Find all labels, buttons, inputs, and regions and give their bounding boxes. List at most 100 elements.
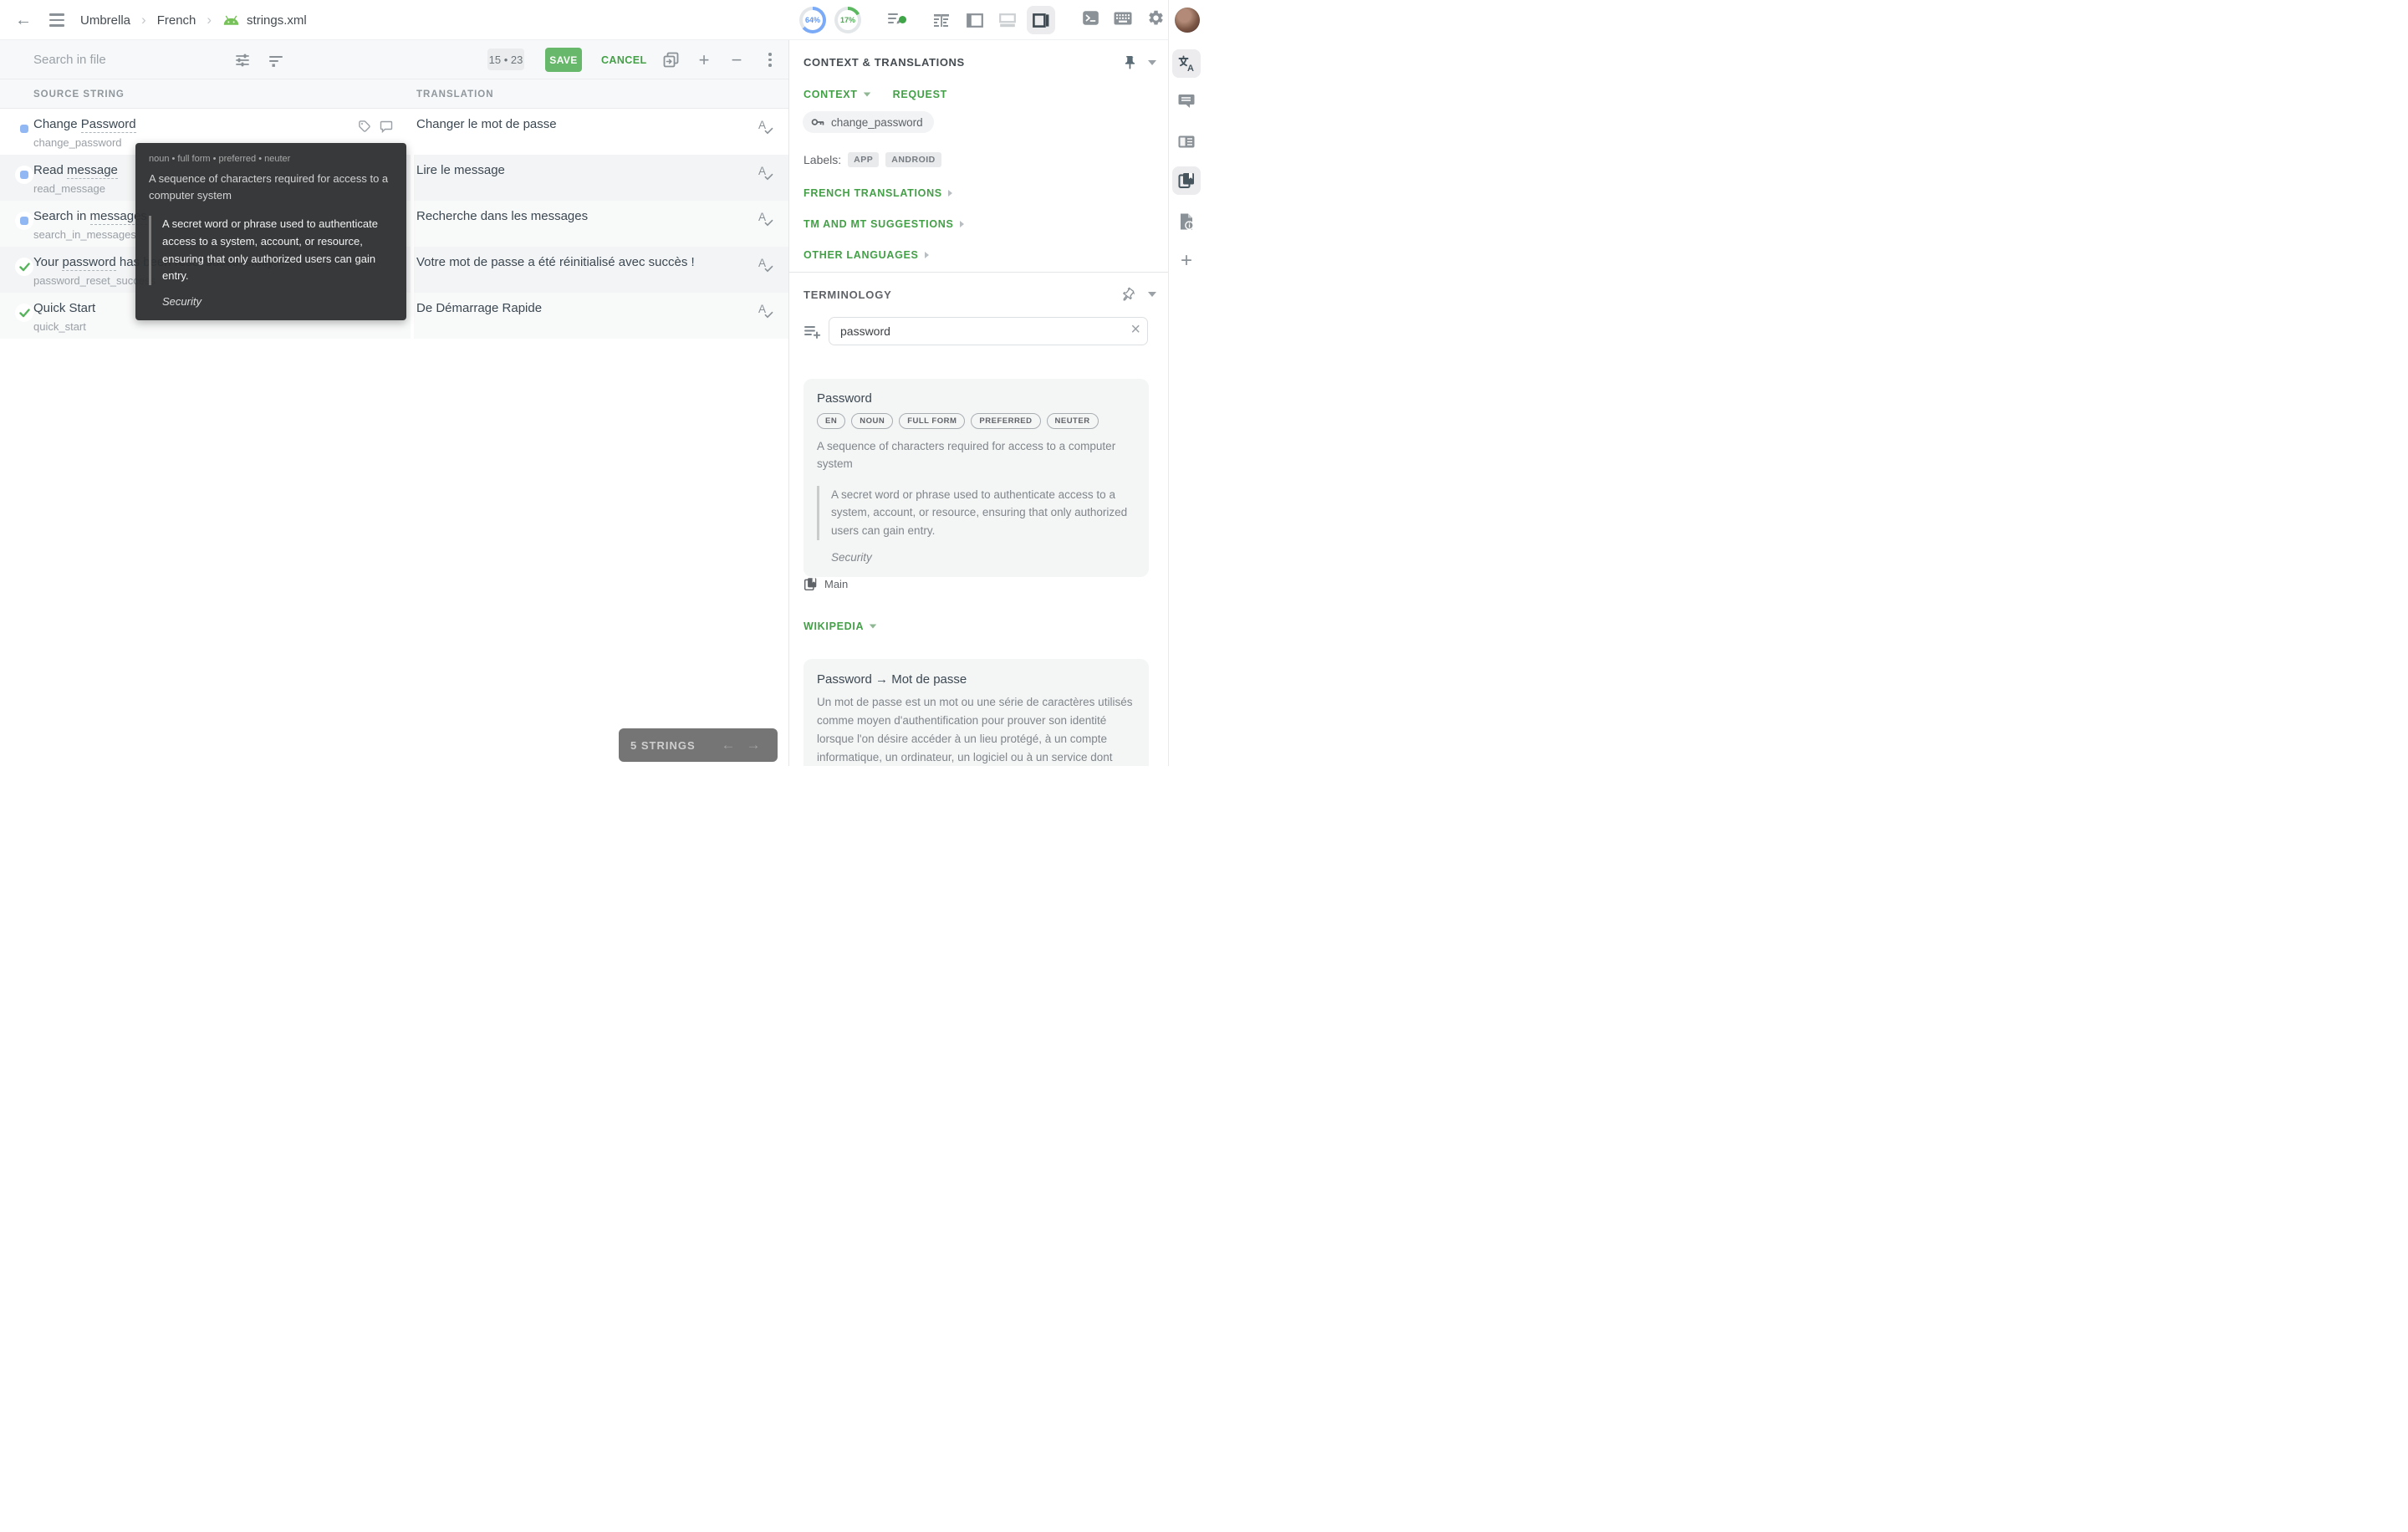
search-in-file-input[interactable] [33, 53, 234, 67]
section-tm-mt-suggestions[interactable]: TM AND MT SUGGESTIONS [804, 218, 964, 230]
rail-add-tab[interactable] [1172, 247, 1201, 275]
avatar-photo [1175, 8, 1200, 33]
spellcheck-icon[interactable]: A [757, 303, 775, 321]
top-bottom-view-icon [993, 6, 1022, 34]
back-button[interactable]: ← [12, 0, 35, 40]
keyboard-icon [1114, 12, 1132, 29]
filter-icon [268, 52, 284, 69]
source-string[interactable]: Read message [33, 163, 118, 177]
tab-context[interactable]: CONTEXT [804, 89, 871, 100]
string-key: search_in_messages [33, 228, 136, 241]
term-attribute-pills: EN NOUN FULL FORM PREFERRED NEUTER [817, 413, 1135, 429]
chevron-right-icon [948, 190, 952, 197]
copy-source-button[interactable] [659, 40, 682, 79]
list-edit-icon [886, 9, 905, 32]
cancel-button[interactable]: CANCEL [601, 40, 646, 79]
spellcheck-icon[interactable]: A [757, 165, 775, 183]
label-chip-app[interactable]: APP [848, 152, 879, 167]
proofread-activity-button[interactable] [883, 0, 908, 40]
status-approved-icon [15, 258, 33, 276]
add-term-icon[interactable] [804, 323, 821, 340]
sliders-icon [234, 52, 251, 69]
console-button[interactable] [1078, 0, 1103, 40]
rail-context-tab[interactable] [1172, 127, 1201, 156]
term-highlight[interactable]: password [62, 255, 115, 271]
tab-request[interactable]: REQUEST [893, 89, 947, 100]
filter-settings-button[interactable] [231, 40, 254, 79]
rail-file-info-tab[interactable] [1172, 207, 1201, 236]
wikipedia-card-body: Un mot de passe est un mot ou une série … [817, 693, 1135, 766]
section-french-translations[interactable]: FRENCH TRANSLATIONS [804, 187, 952, 199]
rail-comments-tab[interactable] [1172, 87, 1201, 115]
tag-icon[interactable] [358, 120, 371, 133]
term-highlight[interactable]: message [67, 163, 118, 179]
view-comfortable-button[interactable] [927, 0, 956, 40]
source-string[interactable]: Quick Start [33, 301, 95, 315]
translation-text[interactable]: Recherche dans les messages [416, 209, 588, 223]
translation-text[interactable]: Changer le mot de passe [416, 117, 557, 131]
source-string[interactable]: Change Password [33, 117, 136, 131]
breadcrumb-project[interactable]: Umbrella [80, 13, 130, 28]
collapse-chevron-icon[interactable] [1148, 60, 1156, 65]
editor-toolbar: 15 • 23 SAVE CANCEL [0, 40, 788, 79]
string-key-chip[interactable]: change_password [803, 111, 934, 133]
translation-text[interactable]: Votre mot de passe a été réinitialisé av… [416, 255, 695, 269]
sidebar-view-icon [1027, 6, 1055, 34]
table-header: SOURCE STRING TRANSLATION [0, 79, 788, 109]
term-highlight[interactable]: Password [81, 117, 136, 133]
view-sidebar-button[interactable] [1027, 0, 1055, 40]
previous-page-arrow[interactable] [716, 737, 741, 753]
source-string[interactable]: Search in messages [33, 209, 147, 223]
panel-divider [789, 272, 1168, 273]
unpin-icon[interactable] [1117, 284, 1137, 305]
pill-pos: NOUN [851, 413, 893, 429]
spellcheck-icon[interactable]: A [757, 119, 775, 137]
wikipedia-section-link[interactable]: WIKIPEDIA [804, 620, 877, 632]
settings-button[interactable] [1143, 0, 1168, 40]
chevron-down-icon [870, 624, 877, 628]
chevron-right-icon [960, 221, 964, 227]
clear-search-icon[interactable] [1130, 320, 1140, 340]
save-button[interactable]: SAVE [545, 48, 582, 72]
plus-icon [1181, 249, 1192, 273]
shortcuts-button[interactable] [1110, 0, 1135, 40]
approved-progress-badge[interactable]: 17% [834, 0, 861, 40]
translation-text[interactable]: De Démarrage Rapide [416, 301, 542, 315]
view-side-by-side-button[interactable] [961, 0, 989, 40]
section-other-languages[interactable]: OTHER LANGUAGES [804, 249, 929, 261]
menu-button[interactable] [45, 0, 69, 40]
collapse-chevron-icon[interactable] [1148, 292, 1156, 297]
translation-text[interactable]: Lire le message [416, 163, 505, 177]
breadcrumb-file[interactable]: strings.xml [247, 13, 307, 28]
next-page-arrow[interactable] [741, 737, 766, 753]
android-icon [222, 15, 240, 26]
term-card: Password EN NOUN FULL FORM PREFERRED NEU… [804, 379, 1149, 577]
terminology-search-input[interactable] [829, 317, 1148, 345]
spellcheck-icon[interactable]: A [757, 211, 775, 229]
minus-icon [732, 49, 742, 71]
zoom-in-button[interactable] [692, 40, 716, 79]
spellcheck-icon[interactable]: A [757, 257, 775, 275]
glossary-icon [804, 577, 818, 591]
translated-progress-badge[interactable]: 64% [799, 0, 826, 40]
plus-icon [699, 49, 710, 71]
breadcrumb-language[interactable]: French [157, 13, 196, 28]
filter-strings-button[interactable] [264, 40, 288, 79]
zoom-out-button[interactable] [725, 40, 748, 79]
view-top-bottom-button[interactable] [993, 0, 1022, 40]
copy-icon [662, 51, 680, 69]
pill-language: EN [817, 413, 845, 429]
key-icon [810, 115, 825, 130]
rail-terminology-tab[interactable] [1172, 166, 1201, 195]
user-avatar[interactable] [1171, 0, 1204, 40]
comment-icon[interactable] [380, 120, 393, 133]
panel-title: CONTEXT & TRANSLATIONS [804, 56, 1122, 69]
term-card-title: Password [817, 391, 1135, 406]
label-chip-android[interactable]: ANDROID [885, 152, 941, 167]
term-usage-quote: A secret word or phrase used to authenti… [149, 216, 393, 285]
pin-icon[interactable] [1122, 54, 1136, 70]
breadcrumb-separator-icon [141, 12, 146, 28]
more-options-button[interactable] [758, 40, 782, 79]
rail-translations-tab[interactable]: A [1172, 49, 1201, 78]
context-panel: CONTEXT & TRANSLATIONS CONTEXT REQUEST c… [788, 40, 1168, 766]
